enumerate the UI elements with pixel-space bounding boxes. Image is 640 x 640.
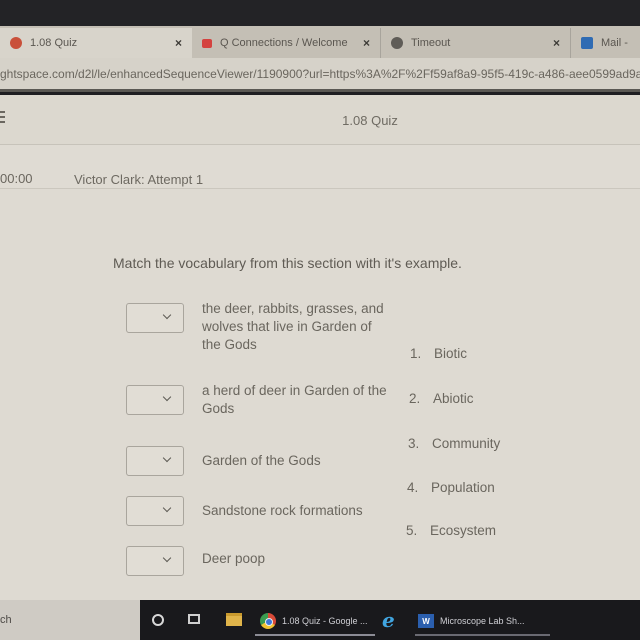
choice-number: 2. <box>409 391 421 406</box>
choice-label: Community <box>432 436 501 451</box>
match-example: a herd of deer in Garden of the Gods <box>202 383 387 416</box>
tab-label: Mail - Cla <box>601 37 630 49</box>
close-icon[interactable]: × <box>553 36 560 50</box>
outlook-mail-icon <box>581 37 593 49</box>
chevron-down-icon <box>162 310 172 320</box>
taskbar-app-label: 1.08 Quiz - Google ... <box>282 616 368 626</box>
cortana-icon[interactable] <box>152 614 164 626</box>
chevron-down-icon <box>162 453 172 463</box>
internet-explorer-icon[interactable]: e <box>382 610 395 630</box>
choice-label: Ecosystem <box>430 523 497 538</box>
tab-label: Q Connections / Welcome <box>220 37 348 49</box>
chevron-down-icon <box>162 392 172 402</box>
match-select[interactable] <box>126 496 184 526</box>
close-icon[interactable]: × <box>363 36 370 50</box>
choice-item: 3. Community <box>408 436 500 451</box>
choice-item: 1. Biotic <box>410 346 467 361</box>
choice-number: 1. <box>410 346 422 361</box>
choice-item: 4. Population <box>407 480 495 495</box>
choice-label: Population <box>431 480 495 495</box>
question-text: Match the vocabulary from this section w… <box>113 255 462 271</box>
browser-tab-bar: 1.08 Quiz × Q Connections / Welcome × Ti… <box>0 26 640 58</box>
match-select[interactable] <box>126 303 184 333</box>
attempt-bar: 00:00 Victor Clark: Attempt 1 <box>0 145 640 189</box>
match-select[interactable] <box>126 385 184 415</box>
word-icon: W <box>418 614 434 628</box>
tab-mail[interactable]: Mail - Cla <box>570 28 640 58</box>
choice-number: 5. <box>406 523 418 538</box>
q-connections-icon <box>202 38 212 48</box>
taskbar-search[interactable]: ch <box>0 600 140 640</box>
quiz-header: 1.08 Quiz <box>0 95 640 145</box>
file-explorer-icon[interactable] <box>226 613 242 626</box>
taskbar-app-chrome[interactable]: 1.08 Quiz - Google ... <box>255 608 375 636</box>
tab-timeout[interactable]: Timeout × <box>380 28 570 58</box>
tab-1-08-quiz[interactable]: 1.08 Quiz × <box>0 28 192 58</box>
close-icon[interactable]: × <box>175 36 182 50</box>
chevron-down-icon <box>162 553 172 563</box>
tab-label: Timeout <box>411 37 451 49</box>
choice-number: 3. <box>408 436 420 451</box>
search-text: ch <box>0 614 12 626</box>
match-example: Garden of the Gods <box>202 453 321 468</box>
choice-label: Biotic <box>434 346 468 361</box>
choice-item: 5. Ecosystem <box>406 523 496 538</box>
match-example: Deer poop <box>202 551 266 566</box>
tab-q-connections[interactable]: Q Connections / Welcome × <box>192 28 380 58</box>
task-view-icon[interactable] <box>188 614 200 624</box>
address-bar[interactable]: ghtspace.com/d2l/le/enhancedSequenceView… <box>0 58 640 92</box>
windows-taskbar: ch 1.08 Quiz - Google ... e W Microscope… <box>0 600 640 640</box>
monitor-bezel <box>0 0 640 26</box>
attempt-label: Victor Clark: Attempt 1 <box>74 172 204 187</box>
match-example: Sandstone rock formations <box>202 503 363 518</box>
quiz-page: 1.08 Quiz 00:00 Victor Clark: Attempt 1 … <box>0 95 640 600</box>
match-select[interactable] <box>126 446 184 476</box>
d2l-icon <box>10 37 22 49</box>
chrome-icon <box>260 613 276 629</box>
choice-number: 4. <box>407 480 419 495</box>
choice-item: 2. Abiotic <box>409 391 474 406</box>
timer: 00:00 <box>0 171 33 186</box>
tab-label: 1.08 Quiz <box>30 37 78 49</box>
choice-label: Abiotic <box>433 391 474 406</box>
taskbar-app-label: Microscope Lab Sh... <box>440 616 525 626</box>
match-example: the deer, rabbits, grasses, and wolves t… <box>202 301 384 352</box>
taskbar-app-word[interactable]: W Microscope Lab Sh... <box>415 608 550 636</box>
url-text[interactable]: ghtspace.com/d2l/le/enhancedSequenceView… <box>0 67 640 81</box>
match-select[interactable] <box>126 546 184 576</box>
quiz-title: 1.08 Quiz <box>342 113 398 128</box>
chevron-down-icon <box>162 503 172 513</box>
timeout-icon <box>391 37 403 49</box>
